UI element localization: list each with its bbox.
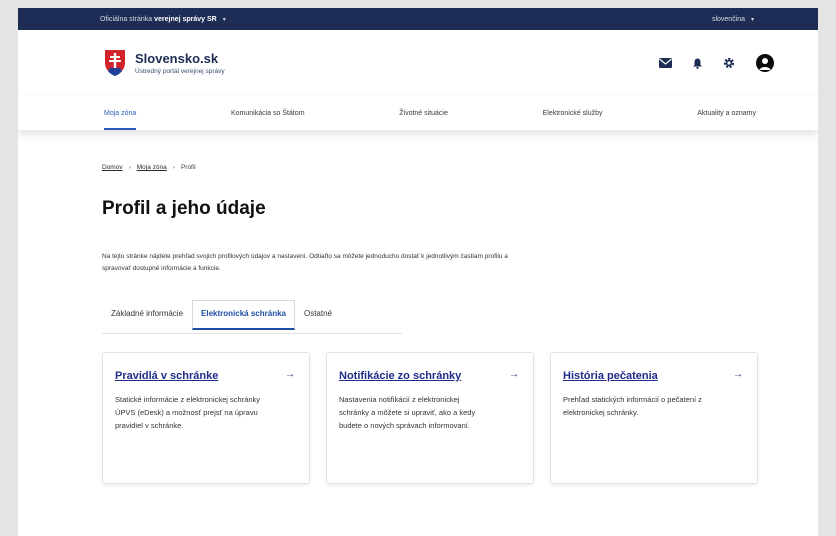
card-title-link[interactable]: História pečatenia: [563, 370, 658, 382]
coat-of-arms-icon: [105, 50, 125, 76]
breadcrumb-current: Profil: [180, 164, 196, 171]
bell-icon[interactable]: [690, 56, 704, 70]
chevron-down-icon: ▾: [750, 16, 754, 23]
main-navigation: Moja zóna Komunikácia so Štátom Životné …: [18, 96, 818, 130]
brand-subtitle: Ústredný portál verejnej správy: [135, 68, 225, 75]
arrow-right-icon[interactable]: →: [509, 369, 519, 380]
nav-item-komunikacia[interactable]: Komunikácia so Štátom: [231, 96, 305, 130]
breadcrumb-separator: ›: [172, 164, 175, 171]
nav-item-aktuality[interactable]: Aktuality a oznamy: [697, 96, 756, 130]
arrow-right-icon[interactable]: →: [285, 369, 295, 380]
brand-logo-link[interactable]: Slovensko.sk Ústredný portál verejnej sp…: [104, 49, 225, 77]
card-description: Nastavenia notifikácií z elektronickej s…: [339, 395, 476, 430]
page-title: Profil a jeho údaje: [102, 198, 266, 219]
brand-title: Slovensko.sk: [135, 51, 219, 66]
language-label: slovenčina: [711, 15, 746, 23]
tabs-divider: [102, 333, 402, 334]
tab-ostatne[interactable]: Ostatné: [295, 300, 341, 330]
nav-item-elektronicke-sluzby[interactable]: Elektronické služby: [543, 96, 603, 130]
header-actions: [640, 54, 774, 72]
card-historia-pecatenia[interactable]: História pečatenia → Prehľad statických …: [550, 352, 758, 484]
card-notifikacie[interactable]: Notifikácie zo schránky → Nastavenia not…: [326, 352, 534, 484]
breadcrumb: Domov › Moja zóna › Profil: [102, 164, 196, 171]
nav-item-moja-zona[interactable]: Moja zóna: [104, 96, 137, 130]
chevron-down-icon: ▾: [222, 16, 226, 23]
page-intro: Na tejto stránke nájdete prehľad svojich…: [102, 253, 508, 272]
breadcrumb-moja-zona[interactable]: Moja zóna: [137, 164, 167, 171]
gov-top-bar: Oficiálna stránka verejnej správy SR ▾ s…: [18, 8, 818, 30]
tab-elektronicka-schranka[interactable]: Elektronická schránka: [192, 300, 295, 330]
card-description: Statické informácie z elektronickej schr…: [115, 395, 261, 430]
page: Oficiálna stránka verejnej správy SR ▾ s…: [18, 8, 818, 536]
mail-icon[interactable]: [658, 56, 672, 70]
breadcrumb-separator: ›: [128, 164, 131, 171]
arrow-right-icon[interactable]: →: [733, 369, 743, 380]
card-description: Prehľad statických informácií o pečatení…: [563, 395, 702, 417]
nav-item-zivotne-situacie[interactable]: Životné situácie: [399, 96, 448, 130]
tab-zakladne-informacie[interactable]: Základné informácie: [102, 300, 192, 330]
breadcrumb-home[interactable]: Domov: [102, 164, 123, 171]
site-header: Slovensko.sk Ústredný portál verejnej sp…: [18, 30, 818, 96]
card-title-link[interactable]: Pravidlá v schránke: [115, 370, 218, 382]
card-pravidla[interactable]: Pravidlá v schránke → Statické informáci…: [102, 352, 310, 484]
gear-icon[interactable]: [722, 56, 736, 70]
official-site-dropdown[interactable]: Oficiálna stránka verejnej správy SR ▾: [100, 16, 226, 23]
official-site-prefix: Oficiálna stránka: [100, 15, 153, 23]
language-selector[interactable]: slovenčina ▾: [712, 16, 754, 23]
card-title-link[interactable]: Notifikácie zo schránky: [339, 370, 461, 382]
user-avatar-icon[interactable]: [756, 54, 774, 72]
profile-tabs: Základné informácie Elektronická schránk…: [102, 300, 341, 330]
official-site-bold: verejnej správy SR: [154, 15, 217, 23]
